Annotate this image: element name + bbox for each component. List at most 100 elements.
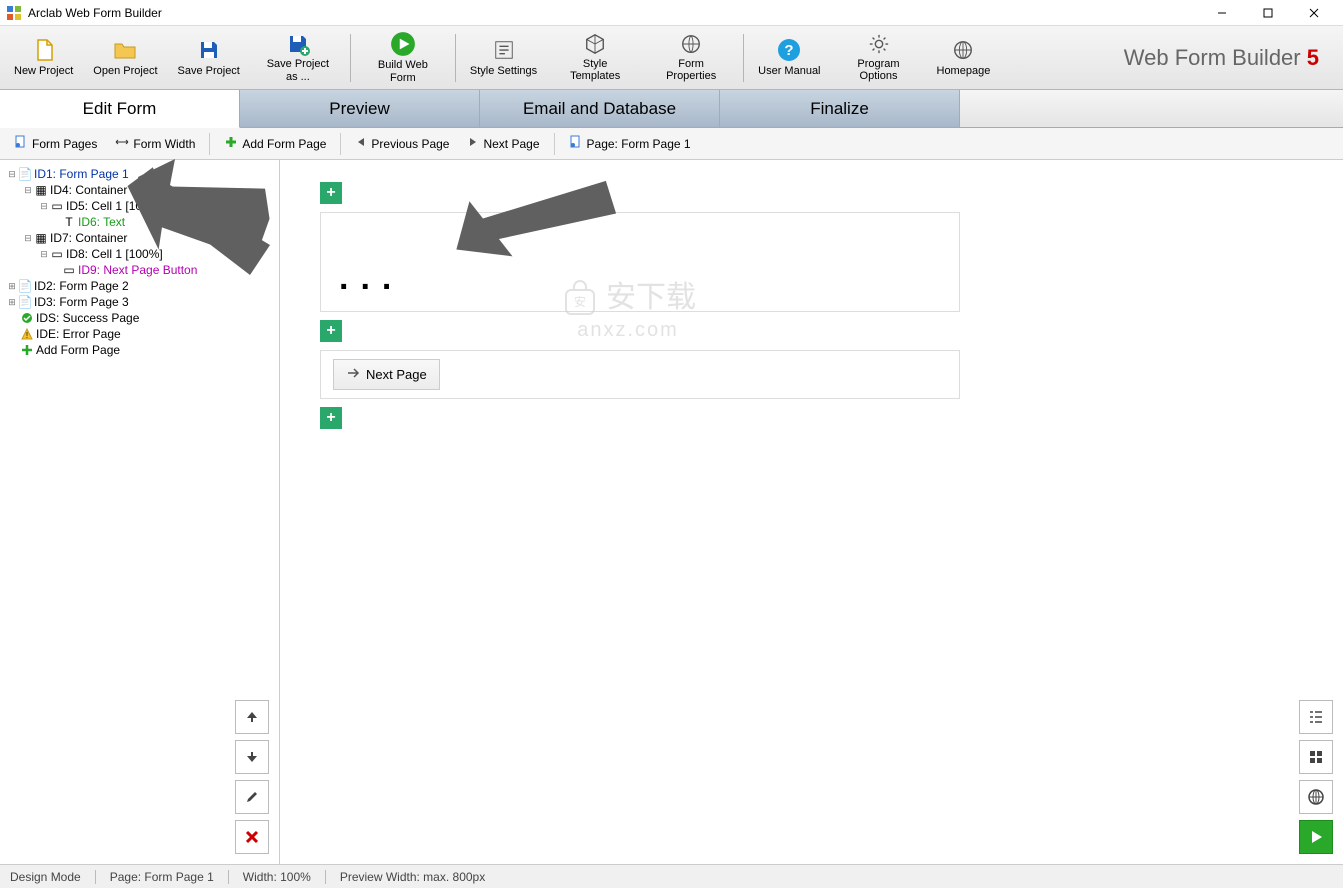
form-canvas: + ... + Next Page + 安 安下载 anxz.com [280, 160, 1343, 864]
edit-button[interactable] [235, 780, 269, 814]
sidebar-actions [235, 700, 269, 854]
page-icon [14, 135, 28, 152]
run-form-button[interactable] [1299, 820, 1333, 854]
cube-icon [582, 33, 608, 57]
next-page-button[interactable]: Next Page [459, 132, 547, 155]
status-bar: Design Mode Page: Form Page 1 Width: 100… [0, 864, 1343, 888]
app-icon [6, 5, 22, 21]
tree-node-container1[interactable]: ⊟▦ID4: Container [2, 182, 277, 198]
canvas-right-actions [1299, 700, 1333, 854]
gear-icon [866, 33, 892, 57]
current-page-indicator: Page: Form Page 1 [561, 131, 699, 156]
content-area: ⊟📄ID1: Form Page 1 ⊟▦ID4: Container ⊟▭ID… [0, 160, 1343, 864]
triangle-left-icon [355, 136, 367, 151]
brand-name: Web Form Builder [1124, 45, 1301, 70]
tab-finalize[interactable]: Finalize [720, 90, 960, 128]
tab-email-database[interactable]: Email and Database [480, 90, 720, 128]
new-project-button[interactable]: New Project [4, 29, 83, 87]
program-options-button[interactable]: Program Options [831, 29, 927, 87]
status-page: Page: Form Page 1 [110, 870, 214, 884]
tree-node-cell2[interactable]: ⊟▭ID8: Cell 1 [100%] [2, 246, 277, 262]
main-toolbar: New Project Open Project Save Project Sa… [0, 26, 1343, 90]
status-preview-width: Preview Width: max. 800px [340, 870, 485, 884]
page-icon: 📄 [18, 279, 32, 293]
plus-icon [20, 343, 34, 357]
save-project-button[interactable]: Save Project [168, 29, 250, 87]
app-title: Arclab Web Form Builder [28, 6, 162, 20]
style-settings-icon [491, 37, 517, 63]
window-controls [1199, 0, 1337, 26]
tree-node-success[interactable]: IDS: Success Page [2, 310, 277, 326]
previous-page-button[interactable]: Previous Page [347, 132, 457, 155]
triangle-right-icon [467, 136, 479, 151]
save-as-icon [285, 32, 311, 56]
homepage-label: Homepage [937, 65, 991, 77]
tree-node-page2[interactable]: ⊞📄ID2: Form Page 2 [2, 278, 277, 294]
warning-icon: ! [20, 327, 34, 341]
form-properties-button[interactable]: Form Properties [643, 29, 739, 87]
tree-node-page1[interactable]: ⊟📄ID1: Form Page 1 [2, 166, 277, 182]
arrow-right-icon [346, 366, 360, 383]
grid-icon: ▦ [34, 183, 48, 197]
save-project-as-button[interactable]: Save Project as ... [250, 29, 346, 87]
play-icon [390, 31, 416, 57]
tree-node-container2[interactable]: ⊟▦ID7: Container [2, 230, 277, 246]
form-properties-label: Form Properties [653, 58, 729, 82]
minimize-button[interactable] [1199, 0, 1245, 26]
text-block[interactable]: ... [320, 212, 960, 312]
add-block-button-2[interactable]: + [320, 320, 342, 342]
text-icon: T [62, 215, 76, 229]
tree-node-add-page[interactable]: Add Form Page [2, 342, 277, 358]
style-settings-label: Style Settings [470, 65, 537, 77]
style-settings-button[interactable]: Style Settings [460, 29, 547, 87]
outline-view-button[interactable] [1299, 700, 1333, 734]
user-manual-button[interactable]: ? User Manual [748, 29, 830, 87]
form-pages-button[interactable]: Form Pages [6, 131, 105, 156]
plus-icon [224, 135, 238, 152]
new-project-label: New Project [14, 65, 73, 77]
move-up-button[interactable] [235, 700, 269, 734]
text-placeholder: ... [339, 261, 403, 295]
tree-node-text[interactable]: TID6: Text [2, 214, 277, 230]
tree-node-next-button[interactable]: ▭ID9: Next Page Button [2, 262, 277, 278]
status-width: Width: 100% [243, 870, 311, 884]
delete-button[interactable] [235, 820, 269, 854]
build-web-form-label: Build Web Form [365, 59, 441, 83]
brand-label: Web Form Builder 5 [1124, 45, 1339, 71]
titlebar: Arclab Web Form Builder [0, 0, 1343, 26]
add-block-button-3[interactable]: + [320, 407, 342, 429]
next-page-form-button[interactable]: Next Page [333, 359, 440, 390]
add-block-button-1[interactable]: + [320, 182, 342, 204]
brand-version: 5 [1307, 45, 1319, 70]
help-icon: ? [776, 37, 802, 63]
open-project-label: Open Project [93, 65, 157, 77]
maximize-button[interactable] [1245, 0, 1291, 26]
move-down-button[interactable] [235, 740, 269, 774]
tab-edit-form[interactable]: Edit Form [0, 90, 240, 128]
new-file-icon [31, 37, 57, 63]
build-web-form-button[interactable]: Build Web Form [355, 29, 451, 87]
status-mode: Design Mode [10, 870, 81, 884]
tree-node-cell1[interactable]: ⊟▭ID5: Cell 1 [100%] [2, 198, 277, 214]
cell-icon: ▭ [50, 247, 64, 261]
preview-globe-button[interactable] [1299, 780, 1333, 814]
button-icon: ▭ [62, 263, 76, 277]
tree-node-error[interactable]: !IDE: Error Page [2, 326, 277, 342]
grid-view-button[interactable] [1299, 740, 1333, 774]
next-page-block[interactable]: Next Page [320, 350, 960, 399]
form-width-button[interactable]: Form Width [107, 131, 203, 156]
tab-preview[interactable]: Preview [240, 90, 480, 128]
homepage-button[interactable]: Homepage [927, 29, 1001, 87]
tree-node-page3[interactable]: ⊞📄ID3: Form Page 3 [2, 294, 277, 310]
add-form-page-button[interactable]: Add Form Page [216, 131, 334, 156]
page-icon: 📄 [18, 295, 32, 309]
svg-text:?: ? [785, 42, 794, 59]
open-project-button[interactable]: Open Project [83, 29, 167, 87]
sidebar-tree: ⊟📄ID1: Form Page 1 ⊟▦ID4: Container ⊟▭ID… [0, 160, 280, 864]
style-templates-button[interactable]: Style Templates [547, 29, 643, 87]
close-button[interactable] [1291, 0, 1337, 26]
cell-icon: ▭ [50, 199, 64, 213]
program-options-label: Program Options [841, 58, 917, 82]
sub-toolbar: Form Pages Form Width Add Form Page Prev… [0, 128, 1343, 160]
globe-icon [950, 37, 976, 63]
